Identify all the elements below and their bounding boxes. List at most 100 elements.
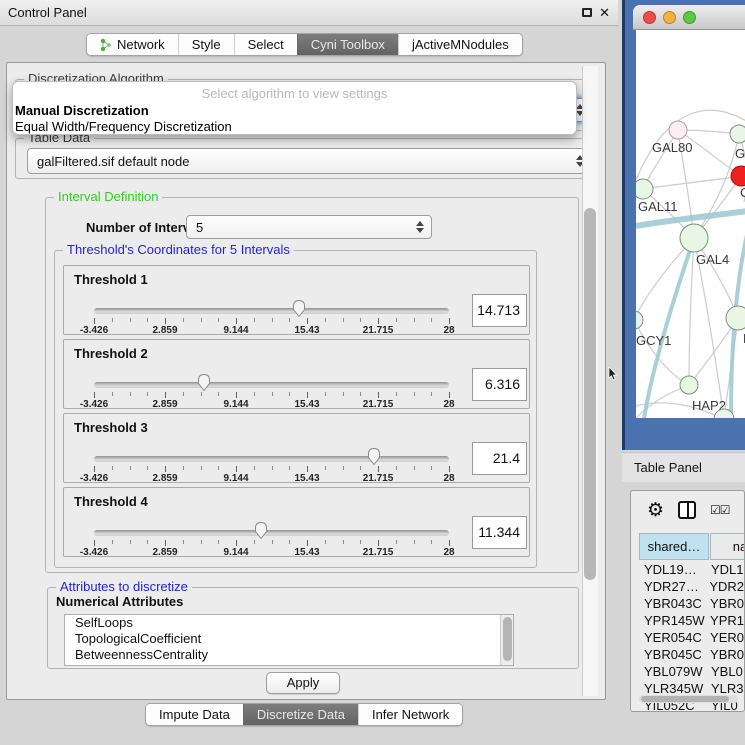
network-node-gal11[interactable]	[636, 179, 653, 199]
threshold-slider-track[interactable]	[94, 530, 449, 536]
slider-tick	[147, 466, 148, 470]
network-node-c[interactable]	[731, 166, 745, 186]
table-row[interactable]: YDL19…YDL1	[639, 561, 744, 578]
network-node-hap2[interactable]	[680, 376, 698, 394]
slider-tick-label: 9.144	[223, 547, 248, 558]
close-icon[interactable]: ✕	[599, 6, 610, 19]
threshold-value-field[interactable]: 21.4	[472, 442, 527, 475]
table-row[interactable]: YBL079WYBL0	[639, 663, 744, 680]
network-edge[interactable]	[636, 238, 694, 320]
checkbox-icons[interactable]: ☑☑	[710, 503, 730, 517]
table-cell: YBL0	[711, 663, 743, 680]
threshold-value-field[interactable]: 6.316	[472, 368, 527, 401]
slider-tick-label: 28	[443, 399, 454, 410]
minimize-traffic-light-icon[interactable]	[663, 11, 676, 24]
tab-infer-network[interactable]: Infer Network	[358, 704, 462, 725]
network-node-g[interactable]	[730, 125, 745, 143]
slider-tick	[94, 318, 95, 324]
table-row[interactable]: YDR27…YDR2	[639, 578, 744, 595]
network-node-h[interactable]	[726, 306, 745, 330]
slider-tick	[360, 540, 361, 544]
network-edge[interactable]	[689, 238, 694, 385]
float-icon[interactable]	[582, 8, 592, 17]
tab-label: Network	[117, 34, 165, 56]
num-intervals-combobox[interactable]: 5	[186, 215, 432, 239]
table-cell: YPR1	[710, 612, 744, 629]
network-window-titlebar[interactable]	[633, 5, 745, 30]
slider-tick-label: 9.144	[223, 399, 248, 410]
mouse-cursor	[608, 367, 618, 381]
threshold-slider-thumb[interactable]	[291, 299, 307, 318]
slider-tick-label: 21.715	[363, 325, 394, 336]
network-node-gcy1[interactable]	[636, 311, 643, 329]
threshold-slider-track[interactable]	[94, 456, 449, 462]
threshold-slider-thumb[interactable]	[366, 447, 382, 466]
network-edge[interactable]	[694, 134, 739, 238]
network-view[interactable]: GAL80GCGAL11GAL4GCY1HHAP2	[636, 30, 745, 418]
slider-tick	[431, 540, 432, 544]
table-cell: YDL1	[711, 561, 744, 578]
tab-discretize-data[interactable]: Discretize Data	[243, 704, 358, 725]
attribute-list-item[interactable]: SelfLoops	[65, 615, 513, 631]
slider-tick-label: 21.715	[363, 473, 394, 484]
panel-scrollbar-thumb[interactable]	[584, 208, 596, 580]
zoom-traffic-light-icon[interactable]	[683, 11, 696, 24]
tab-label: jActiveMNodules	[412, 34, 509, 56]
slider-tick	[343, 466, 344, 470]
algorithm-option-equal-width[interactable]: Equal Width/Frequency Discretization	[13, 119, 576, 135]
num-intervals-value: 5	[196, 220, 203, 235]
threshold-slider-track[interactable]	[94, 382, 449, 388]
network-graph[interactable]: GAL80GCGAL11GAL4GCY1HHAP2	[636, 30, 745, 418]
tab-label: Infer Network	[372, 704, 449, 726]
tab-cyni-toolbox[interactable]: Cyni Toolbox	[297, 34, 398, 55]
slider-tick	[236, 392, 237, 398]
table-row[interactable]: YBR043CYBR0	[639, 595, 744, 612]
network-window: GAL80GCGAL11GAL4GCY1HHAP2	[622, 0, 745, 450]
threshold-value-field[interactable]: 11.344	[472, 516, 527, 549]
gear-icon[interactable]: ⚙	[647, 501, 664, 520]
threshold-slider-track[interactable]	[94, 308, 449, 314]
algorithm-option-manual[interactable]: Manual Discretization	[13, 103, 576, 119]
attribute-list-item[interactable]: BetweennessCentrality	[65, 647, 513, 663]
table-column-header-2[interactable]: na	[710, 533, 745, 560]
network-node-label: C	[740, 185, 745, 200]
slider-tick-label: -3.426	[80, 547, 108, 558]
threshold-value-field[interactable]: 14.713	[472, 294, 527, 327]
threshold-slider-thumb[interactable]	[253, 521, 269, 540]
apply-button[interactable]: Apply	[266, 672, 340, 694]
slider-tick	[130, 318, 131, 322]
slider-tick	[112, 540, 113, 544]
tab-jactivemnodules[interactable]: jActiveMNodules	[398, 34, 522, 55]
threshold-slider-thumb[interactable]	[196, 373, 212, 392]
table-row[interactable]: YER054CYER0	[639, 629, 744, 646]
top-tabstrip: Network Style Select Cyni Toolbox jActiveMNo…	[86, 33, 523, 56]
tab-label: Style	[192, 34, 221, 56]
table-cell: YBR045C	[639, 646, 710, 663]
tab-select[interactable]: Select	[234, 34, 297, 55]
table-row[interactable]: YPR145WYPR1	[639, 612, 744, 629]
table-hscrollbar[interactable]	[639, 695, 738, 703]
slider-tick	[254, 318, 255, 322]
slider-tick	[218, 466, 219, 470]
table-row[interactable]: YBR045CYBR0	[639, 646, 744, 663]
tab-network[interactable]: Network	[87, 34, 178, 55]
network-edge[interactable]	[636, 320, 689, 385]
slider-tick-label: 15.43	[294, 547, 319, 558]
tab-label: Cyni Toolbox	[311, 34, 385, 56]
slider-tick	[272, 466, 273, 470]
tab-style[interactable]: Style	[178, 34, 234, 55]
algorithm-hint-item[interactable]: Select algorithm to view settings	[13, 82, 576, 103]
table-column-header-1[interactable]: shared…	[639, 533, 709, 560]
numerical-attributes-list[interactable]: SelfLoopsTopologicalCoefficientBetweenne…	[64, 614, 514, 666]
slider-tick	[254, 540, 255, 544]
slider-tick	[130, 392, 131, 396]
table-data-combobox[interactable]: galFiltered.sif default node	[27, 148, 592, 174]
tab-impute-data[interactable]: Impute Data	[146, 704, 243, 725]
close-traffic-light-icon[interactable]	[643, 11, 656, 24]
network-node-gal80[interactable]	[669, 121, 687, 139]
split-column-icon[interactable]	[678, 501, 696, 519]
attribute-list-item[interactable]: TopologicalCoefficient	[65, 631, 513, 647]
slider-tick	[201, 392, 202, 396]
network-node-gal4[interactable]	[680, 224, 708, 252]
attributes-list-scrollbar[interactable]	[500, 615, 513, 665]
